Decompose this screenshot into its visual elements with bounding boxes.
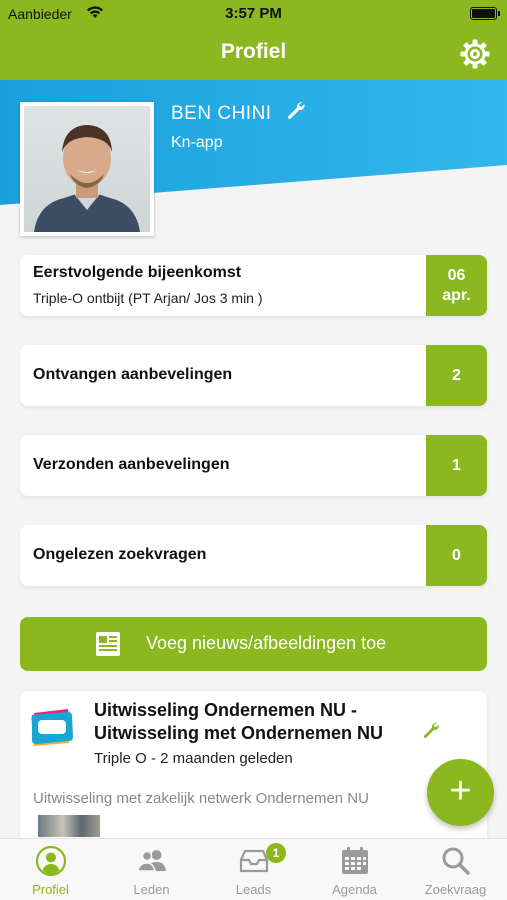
tab-label: Leads: [235, 882, 272, 897]
tab-bar: Profiel Leden 1 Leads Agenda Zoekvraag: [0, 838, 507, 900]
leads-badge: 1: [266, 843, 286, 863]
sent-recommendations-label: Verzonden aanbevelingen: [33, 456, 230, 473]
received-recommendations-card[interactable]: Ontvangen aanbevelingen 2: [20, 345, 487, 406]
unread-count: 0: [426, 525, 487, 586]
news-thumbnail[interactable]: [38, 815, 100, 837]
next-meeting-card[interactable]: Eerstvolgende bijeenkomst Triple-O ontbi…: [20, 255, 487, 316]
newspaper-icon: [96, 632, 120, 656]
received-recommendations-label: Ontvangen aanbevelingen: [33, 366, 233, 383]
profile-icon: [35, 845, 67, 877]
members-icon: [137, 850, 166, 872]
status-time: 3:57 PM: [225, 5, 282, 22]
sent-recommendations-card[interactable]: Verzonden aanbevelingen 1: [20, 435, 487, 496]
tab-leads[interactable]: 1 Leads: [203, 843, 304, 899]
user-name: BEN CHINI: [171, 103, 272, 124]
add-fab-button[interactable]: +: [427, 759, 494, 826]
profile-photo: [24, 106, 150, 232]
tab-label: Zoekvraag: [424, 882, 487, 897]
tab-agenda[interactable]: Agenda: [304, 845, 405, 899]
tab-label: Leden: [133, 882, 170, 897]
profile-header: BEN CHINI Kn-app: [0, 80, 507, 240]
user-subtitle: Kn-app: [171, 134, 223, 151]
add-news-label: Voeg nieuws/afbeeldingen toe: [146, 633, 387, 653]
add-news-button[interactable]: Voeg nieuws/afbeeldingen toe: [20, 617, 487, 671]
news-title: Uitwisseling Ondernemen NU - Uitwisselin…: [94, 700, 384, 743]
ondernemen-nu-logo: [31, 709, 73, 746]
meeting-date-badge: 06 apr.: [426, 255, 487, 316]
meeting-month: apr.: [442, 286, 471, 304]
battery-icon: [470, 7, 500, 20]
leads-inbox-icon: [239, 849, 269, 873]
tab-leden[interactable]: Leden: [101, 845, 202, 899]
nav-bar: Profiel: [0, 28, 507, 80]
status-bar: Aanbieder 3:57 PM: [0, 0, 507, 28]
news-card[interactable]: Uitwisseling Ondernemen NU - Uitwisselin…: [20, 691, 487, 851]
tab-label: Profiel: [32, 882, 69, 897]
wrench-icon[interactable]: [286, 100, 306, 120]
unread-queries-label: Ongelezen zoekvragen: [33, 546, 207, 563]
tab-zoekvraag[interactable]: Zoekvraag: [405, 845, 506, 899]
calendar-icon: [342, 847, 368, 874]
next-meeting-detail: Triple-O ontbijt (PT Arjan/ Jos 3 min ): [33, 290, 263, 306]
received-count: 2: [426, 345, 487, 406]
sent-count: 1: [426, 435, 487, 496]
plus-icon: +: [449, 770, 472, 812]
meeting-day: 06: [447, 267, 466, 285]
gear-icon[interactable]: [459, 38, 491, 70]
tab-label: Agenda: [332, 882, 377, 897]
tab-profiel[interactable]: Profiel: [0, 845, 101, 899]
avatar[interactable]: [20, 102, 154, 236]
news-meta: Triple O - 2 maanden geleden: [94, 750, 293, 767]
wrench-icon[interactable]: [422, 721, 440, 739]
news-snippet: Uitwisseling met zakelijk netwerk Ondern…: [33, 790, 369, 807]
next-meeting-label: Eerstvolgende bijeenkomst: [33, 264, 242, 281]
search-icon: [442, 847, 470, 875]
page-title: Profiel: [220, 40, 287, 63]
unread-queries-card[interactable]: Ongelezen zoekvragen 0: [20, 525, 487, 586]
